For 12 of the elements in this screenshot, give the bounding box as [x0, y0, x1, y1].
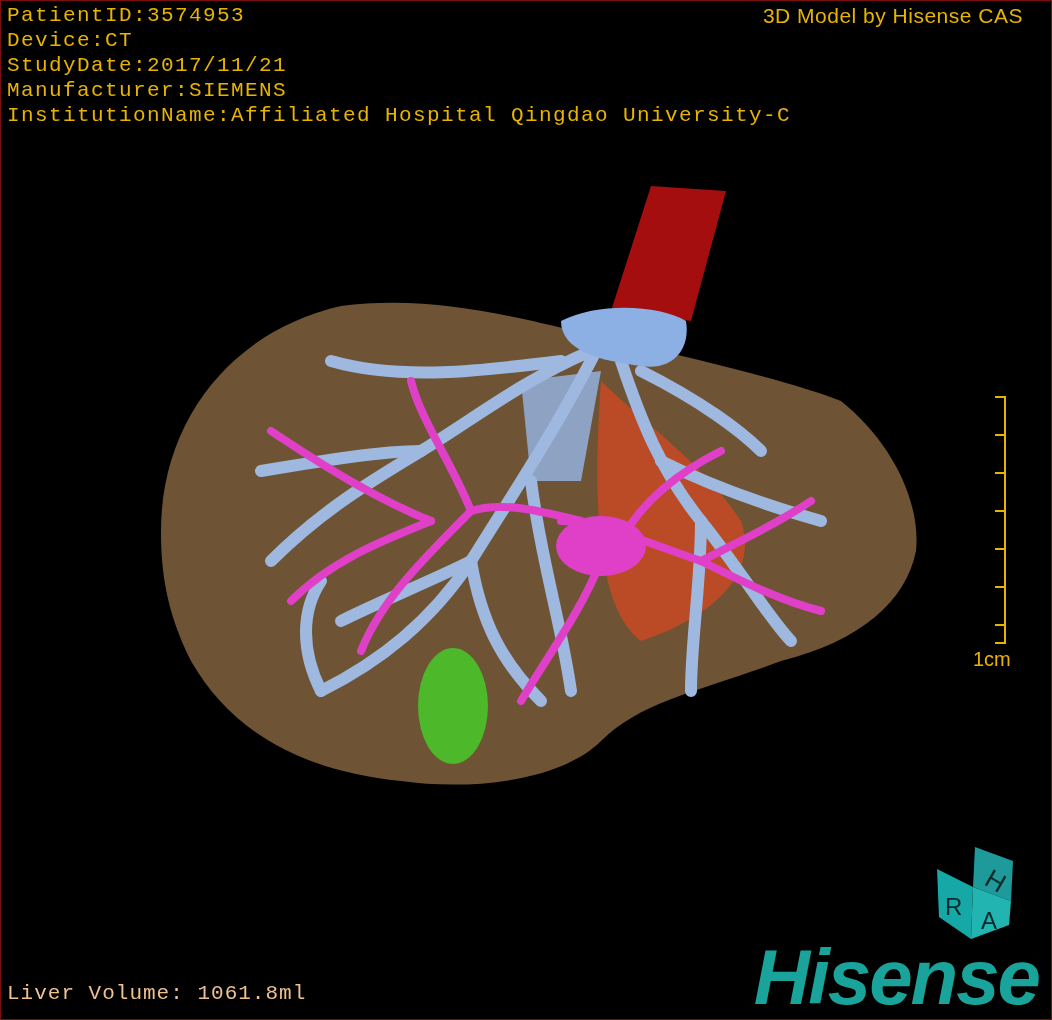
cube-face-label: R: [945, 893, 963, 920]
study-info-text: PatientID:3574953: [7, 3, 246, 28]
scale-label: 1cm: [973, 648, 1011, 671]
viewer-title: 3D Model by Hisense CAS: [762, 3, 1023, 28]
cube-face-label: A: [981, 907, 997, 934]
orientation-cube[interactable]: H R A: [935, 845, 1015, 941]
liver-volume-text: Liver Volume: 1061.8ml: [7, 982, 307, 1005]
cube-face-label: H: [980, 863, 1012, 899]
study-info-text: Manufacturer:SIEMENS: [7, 78, 288, 103]
study-info-text: StudyDate:2017/11/21: [7, 53, 288, 78]
study-info-text: InstitutionName:Affiliated Hospital Qingdao University-C: [7, 103, 792, 128]
study-info-text: Device:CT: [7, 28, 134, 53]
